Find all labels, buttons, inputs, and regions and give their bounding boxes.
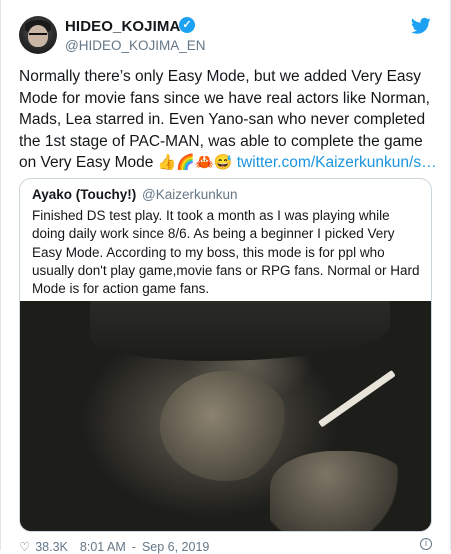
avatar-glasses <box>29 33 47 39</box>
tweet-date[interactable]: Sep 6, 2019 <box>142 540 209 554</box>
quoted-tweet[interactable]: Ayako (Touchy!) @Kaizerkunkun Finished D… <box>19 178 432 532</box>
user-handle[interactable]: @HIDEO_KOJIMA_EN <box>65 38 205 53</box>
like-count[interactable]: 38.3K <box>35 540 68 554</box>
info-icon[interactable]: i <box>420 538 432 550</box>
tweet-footer: ♡ 38.3K 8:01 AM - Sep 6, 2019 <box>19 540 210 554</box>
tweet-time[interactable]: 8:01 AM <box>80 540 126 554</box>
tweet-card: HIDEO_KOJIMA ✓ @HIDEO_KOJIMA_EN Normally… <box>0 0 451 554</box>
quoted-tweet-image[interactable] <box>20 301 431 531</box>
tweet-link[interactable]: twitter.com/Kaizerkunkun/s… <box>237 154 437 171</box>
image-hair-shadow <box>90 301 390 361</box>
avatar[interactable] <box>19 16 57 54</box>
twitter-bird-icon[interactable] <box>411 17 431 35</box>
image-hand <box>270 451 410 531</box>
quoted-tweet-text: Finished DS test play. It took a month a… <box>32 208 420 297</box>
image-face <box>160 371 290 481</box>
quoted-user-handle[interactable]: @Kaizerkunkun <box>142 187 238 202</box>
quoted-tweet-header: Ayako (Touchy!) @Kaizerkunkun <box>32 187 238 202</box>
image-cigarette <box>317 370 396 428</box>
quoted-display-name[interactable]: Ayako (Touchy!) <box>32 187 136 202</box>
display-name[interactable]: HIDEO_KOJIMA <box>65 18 180 35</box>
verified-badge-icon: ✓ <box>179 17 195 33</box>
tweet-text: Normally there’s only Easy Mode, but we … <box>19 66 437 174</box>
heart-icon[interactable]: ♡ <box>19 540 30 554</box>
tweet-emojis: 👍🌈🦀😅 <box>157 154 233 171</box>
